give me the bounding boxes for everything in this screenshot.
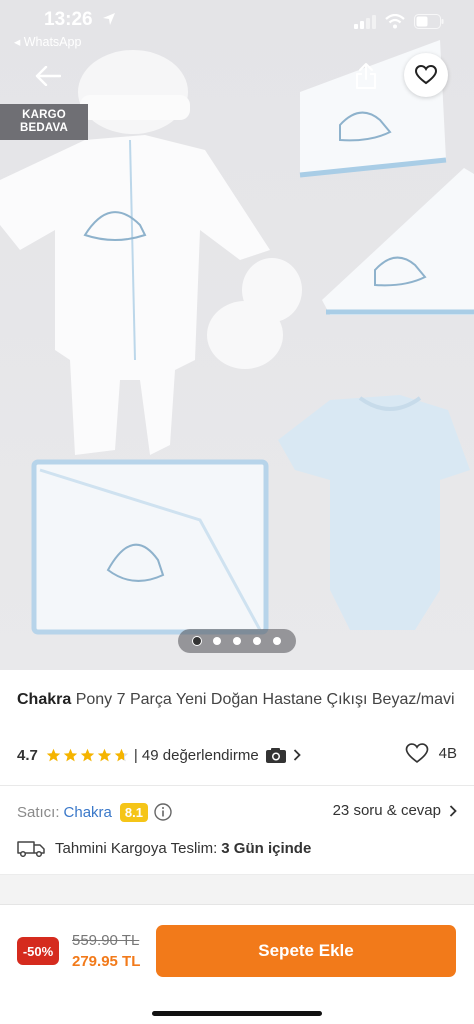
arrow-left-icon xyxy=(35,66,61,86)
rating-value: 4.7 xyxy=(17,746,38,764)
back-to-app-link[interactable]: ◂ WhatsApp xyxy=(14,34,81,49)
info-icon[interactable] xyxy=(154,803,172,821)
rating-row[interactable]: 4.7 | 49 değerlendirme 4B xyxy=(17,743,457,767)
free-shipping-badge: KARGO BEDAVA xyxy=(0,104,88,140)
wifi-icon xyxy=(385,14,405,29)
purchase-bar: -50% 559.90 TL 279.95 TL Sepete Ekle xyxy=(0,904,474,1024)
section-separator xyxy=(0,874,474,904)
add-to-cart-button[interactable]: Sepete Ekle xyxy=(156,925,456,977)
star-icon xyxy=(97,748,112,761)
discount-badge: -50% xyxy=(17,937,59,965)
location-arrow-icon xyxy=(103,13,115,25)
chevron-right-icon xyxy=(449,804,457,817)
shipping-label: Tahmini Kargoya Teslim: xyxy=(55,839,218,857)
status-time: 13:26 xyxy=(44,9,93,30)
divider xyxy=(0,785,474,786)
favorite-count[interactable]: 4B xyxy=(405,743,457,764)
camera-icon xyxy=(265,747,286,763)
back-button[interactable] xyxy=(28,58,68,94)
truck-icon xyxy=(17,841,45,857)
product-photo xyxy=(0,0,474,670)
seller-label: Satıcı: xyxy=(17,803,60,821)
heart-outline-icon xyxy=(405,743,428,763)
favorite-button[interactable] xyxy=(404,53,448,97)
favorite-count-value: 4B xyxy=(438,745,457,762)
gallery-dot[interactable] xyxy=(233,637,241,645)
gallery-dot[interactable] xyxy=(213,637,221,645)
product-name: Pony 7 Parça Yeni Doğan Hastane Çıkışı B… xyxy=(75,691,455,708)
heart-icon xyxy=(415,65,437,85)
product-title: Chakra Pony 7 Parça Yeni Doğan Hastane Ç… xyxy=(17,689,457,711)
star-icon xyxy=(80,748,95,761)
status-bar: 13:26 ◂ WhatsApp xyxy=(0,0,474,52)
questions-answers-label: 23 soru & cevap xyxy=(332,802,441,819)
star-icon xyxy=(46,748,61,761)
product-image-gallery[interactable]: 13:26 ◂ WhatsApp KARGO BEDAVA xyxy=(0,0,474,670)
shipping-estimate: Tahmini Kargoya Teslim: 3 Gün içinde xyxy=(17,836,457,860)
chevron-right-icon xyxy=(293,749,301,761)
gallery-dot[interactable] xyxy=(273,637,281,645)
star-icon xyxy=(114,748,129,761)
gallery-pagination[interactable] xyxy=(178,629,296,653)
star-icon xyxy=(63,748,78,761)
free-shipping-line1: KARGO xyxy=(22,109,66,121)
battery-icon xyxy=(414,14,444,29)
seller-link[interactable]: Chakra xyxy=(64,804,112,821)
rating-stars xyxy=(46,748,129,763)
share-icon xyxy=(356,63,376,89)
gallery-dot[interactable] xyxy=(253,637,261,645)
product-brand[interactable]: Chakra xyxy=(17,691,71,708)
shipping-days: 3 Gün içinde xyxy=(221,839,312,857)
old-price: 559.90 TL xyxy=(72,932,140,949)
gallery-dot[interactable] xyxy=(193,637,201,645)
seller-row: Satıcı: Chakra 8.1 23 soru & cevap xyxy=(17,800,457,824)
share-button[interactable] xyxy=(348,56,384,96)
questions-answers-link[interactable]: 23 soru & cevap xyxy=(333,802,457,819)
new-price: 279.95 TL xyxy=(72,953,141,970)
seller-score-badge: 8.1 xyxy=(119,802,148,822)
home-indicator[interactable] xyxy=(152,1011,322,1016)
free-shipping-line2: BEDAVA xyxy=(19,122,69,134)
review-count[interactable]: | 49 değerlendirme xyxy=(134,747,259,764)
cellular-signal-icon xyxy=(354,14,376,29)
